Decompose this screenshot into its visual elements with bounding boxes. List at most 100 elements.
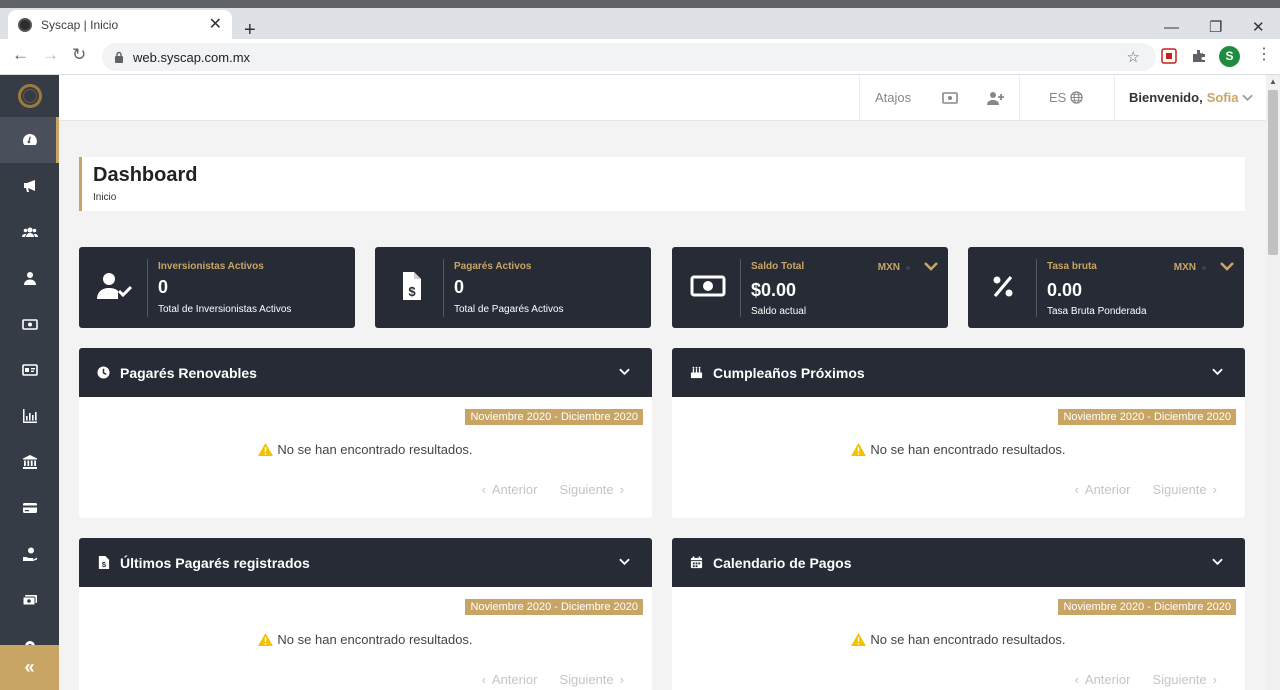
currency-label: MXN — [1173, 262, 1196, 273]
warning-icon — [258, 443, 274, 456]
sidebar-item-deposits[interactable] — [0, 531, 59, 577]
previous-button[interactable]: ‹ Anterior — [482, 672, 538, 687]
panel-title: Pagarés Renovables — [120, 364, 257, 381]
stat-card-rate: Tasa bruta 0.00 Tasa Bruta Ponderada MXN — [968, 247, 1244, 328]
panel-header[interactable]: Pagarés Renovables — [79, 348, 652, 397]
currency-chevron-down-icon[interactable] — [924, 261, 938, 273]
sidebar-item-reports[interactable] — [0, 393, 59, 439]
sidebar-item-banks[interactable] — [0, 439, 59, 485]
header-divider — [1019, 75, 1020, 121]
stat-subtitle: Tasa Bruta Ponderada — [1047, 306, 1147, 317]
syscap-logo[interactable] — [0, 75, 59, 117]
file-dollar-icon: $ — [403, 272, 421, 300]
forward-icon[interactable]: → — [42, 46, 59, 63]
browser-menu-icon[interactable]: ⋮ — [1256, 47, 1272, 63]
currency-chevron-down-icon[interactable] — [1220, 261, 1234, 273]
card-divider — [147, 259, 148, 317]
window-close-icon[interactable]: ✕ — [1252, 20, 1265, 35]
restore-icon[interactable]: ❐ — [1209, 20, 1222, 35]
browser-tab[interactable]: Syscap | Inicio ✕ — [8, 10, 232, 39]
panel-header[interactable]: Cumpleaños Próximos — [672, 348, 1245, 397]
scroll-up-icon[interactable]: ▲ — [1269, 77, 1277, 86]
calendar-icon — [690, 556, 703, 569]
money-bill-icon — [21, 319, 38, 330]
user-tie-icon — [23, 272, 36, 285]
chevron-down-icon[interactable] — [1212, 557, 1223, 567]
chevron-right-icon: › — [619, 672, 624, 687]
sidebar-item-dashboard[interactable] — [0, 117, 59, 163]
sidebar-collapse-button[interactable]: « — [0, 645, 59, 690]
pagination: ‹ Anterior Siguiente › — [482, 672, 624, 687]
next-label: Siguiente — [559, 482, 614, 497]
pagination: ‹ Anterior Siguiente › — [482, 482, 624, 497]
chevron-down-icon[interactable] — [619, 557, 630, 567]
sidebar-item-money[interactable] — [0, 301, 59, 347]
next-button[interactable]: Siguiente › — [559, 482, 624, 497]
card-divider — [1036, 259, 1037, 317]
empty-message: No se han encontrado resultados. — [672, 632, 1245, 647]
stat-subtitle: Total de Inversionistas Activos — [158, 304, 292, 315]
money-bill-icon — [690, 275, 726, 297]
next-button[interactable]: Siguiente › — [1152, 482, 1217, 497]
chevron-left-icon: ‹ — [481, 482, 486, 497]
bookmark-star-icon[interactable]: ☆ — [1127, 48, 1140, 66]
sidebar-item-cash[interactable] — [0, 577, 59, 623]
previous-button[interactable]: ‹ Anterior — [1075, 672, 1131, 687]
next-button[interactable]: Siguiente › — [559, 672, 624, 687]
extension-shield-icon[interactable] — [1161, 48, 1177, 64]
header-divider — [859, 75, 860, 121]
reload-icon[interactable]: ↻ — [72, 46, 86, 63]
new-tab-icon[interactable]: + — [244, 20, 256, 40]
header-divider — [1114, 75, 1115, 121]
sidebar-item-payments[interactable] — [0, 485, 59, 531]
panel-payment-calendar: Calendario de Pagos Noviembre 2020 - Dic… — [672, 538, 1245, 690]
breadcrumb: Inicio — [93, 192, 117, 203]
user-check-icon — [97, 273, 133, 299]
previous-button[interactable]: ‹ Anterior — [482, 482, 538, 497]
tab-close-icon[interactable]: ✕ — [209, 16, 222, 33]
card-divider — [740, 259, 741, 317]
currency-label: MXN — [877, 262, 900, 273]
next-button[interactable]: Siguiente › — [1152, 672, 1217, 687]
date-range-badge: Noviembre 2020 - Diciembre 2020 — [1058, 409, 1236, 425]
panel-title: Últimos Pagarés registrados — [120, 554, 310, 571]
previous-label: Anterior — [491, 482, 538, 497]
previous-label: Anterior — [1084, 672, 1131, 687]
language-selector[interactable]: ES — [1049, 90, 1084, 105]
stat-value: 0 — [158, 277, 169, 297]
empty-message: No se han encontrado resultados. — [79, 442, 652, 457]
stat-subtitle: Saldo actual — [751, 306, 807, 317]
chevron-down-icon[interactable] — [1212, 367, 1223, 377]
favicon-icon — [18, 17, 32, 32]
stat-label: Tasa bruta — [1047, 261, 1097, 272]
sidebar-item-cards[interactable] — [0, 347, 59, 393]
sidebar-item-users[interactable] — [0, 209, 59, 255]
cash-shortcut-icon[interactable] — [942, 91, 958, 105]
add-user-shortcut-icon[interactable] — [987, 91, 1005, 105]
logo-ring-icon — [17, 84, 42, 108]
money-bills-icon — [22, 595, 37, 606]
back-icon[interactable]: ← — [12, 46, 29, 63]
date-range-badge: Noviembre 2020 - Diciembre 2020 — [1058, 599, 1236, 615]
currency-dot — [1202, 266, 1206, 270]
page-title-box: Dashboard Inicio — [79, 157, 1245, 211]
user-menu[interactable]: Bienvenido, Sofia — [1129, 90, 1254, 105]
chevron-right-icon: › — [1212, 482, 1217, 497]
bank-icon — [22, 455, 37, 469]
panel-header[interactable]: Calendario de Pagos — [672, 538, 1245, 587]
previous-button[interactable]: ‹ Anterior — [1075, 482, 1131, 497]
profile-avatar[interactable]: S — [1219, 46, 1240, 67]
address-bar[interactable]: web.syscap.com.mx ☆ — [102, 43, 1156, 71]
minimize-icon[interactable]: — — [1164, 20, 1179, 35]
page-scrollbar[interactable]: ▲ — [1266, 75, 1280, 690]
language-code: ES — [1049, 90, 1067, 105]
panel-header[interactable]: $ Últimos Pagarés registrados — [79, 538, 652, 587]
extensions-puzzle-icon[interactable] — [1191, 48, 1207, 64]
sidebar-item-announcements[interactable] — [0, 163, 59, 209]
scrollbar-thumb[interactable] — [1268, 90, 1278, 255]
warning-icon — [851, 443, 867, 456]
stat-value: 0.00 — [1047, 280, 1083, 300]
sidebar-item-investors[interactable] — [0, 255, 59, 301]
card-divider — [443, 259, 444, 317]
chevron-down-icon[interactable] — [619, 367, 630, 377]
